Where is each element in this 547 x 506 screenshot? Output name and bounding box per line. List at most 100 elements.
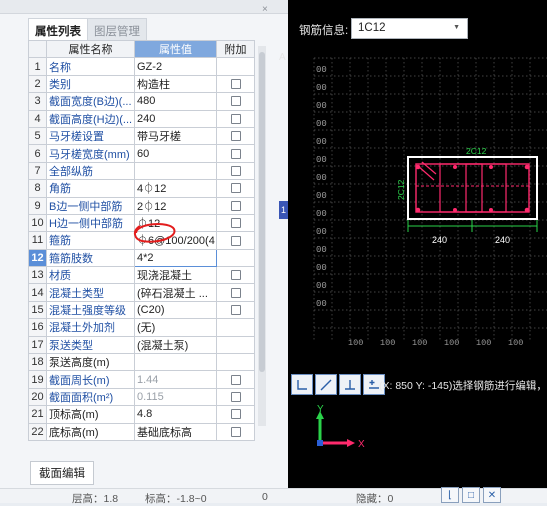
drawing-toolbar: [291, 374, 387, 396]
extra-cell: [216, 144, 255, 163]
property-value[interactable]: (碎石混凝土 ...: [134, 283, 217, 302]
extra-checkbox[interactable]: [230, 96, 241, 107]
property-name: 混凝土类型: [46, 283, 135, 302]
grid-label: 00: [316, 281, 327, 291]
tab-properties[interactable]: 属性列表: [28, 18, 88, 40]
property-value[interactable]: 现浇混凝土: [134, 266, 217, 285]
property-value[interactable]: 240: [134, 109, 217, 128]
extra-checkbox[interactable]: [230, 374, 241, 385]
property-value[interactable]: 构造柱: [134, 74, 217, 94]
table-row[interactable]: 13 材质 现浇混凝土: [28, 266, 255, 285]
property-value[interactable]: GZ-2: [134, 57, 217, 76]
property-value[interactable]: 2⏀12: [134, 196, 217, 215]
cross-icon[interactable]: ✕: [483, 487, 501, 503]
property-value[interactable]: [134, 161, 217, 181]
property-value[interactable]: 480: [134, 92, 217, 111]
table-row[interactable]: 5 马牙槎设置 带马牙槎: [28, 126, 255, 146]
extra-checkbox[interactable]: [230, 409, 241, 420]
extra-cell: [216, 387, 255, 407]
header-num: [28, 39, 47, 59]
rebar-info-select[interactable]: 1C12 ▼: [351, 18, 468, 39]
extra-checkbox[interactable]: [230, 200, 241, 211]
scrollbar-thumb[interactable]: [259, 52, 265, 372]
grid-label: 00: [316, 209, 327, 219]
extra-checkbox[interactable]: [230, 79, 241, 90]
row-number: 14: [28, 283, 47, 302]
top-rebar-label: 2C12: [466, 146, 487, 156]
table-row[interactable]: 18 泵送高度(m): [28, 353, 255, 372]
corner-rebar-tool-icon[interactable]: [291, 374, 313, 395]
property-name: 马牙槎宽度(mm): [46, 144, 135, 163]
row-number: 13: [28, 266, 47, 285]
property-value[interactable]: 0.115: [134, 387, 217, 407]
table-row[interactable]: 6 马牙槎宽度(mm) 60: [28, 144, 255, 163]
table-row[interactable]: 8 角筋 4⏀12: [28, 179, 255, 198]
table-row[interactable]: 12 箍筋肢数 4*2: [28, 248, 255, 268]
table-row[interactable]: 2 类别 构造柱: [28, 74, 255, 94]
corner-snap-icon[interactable]: ⌊: [441, 487, 459, 503]
table-row[interactable]: 1 名称 GZ-2: [28, 57, 255, 76]
table-row[interactable]: 9 B边一侧中部筋 2⏀12: [28, 196, 255, 215]
grid-label: 00: [316, 191, 327, 201]
extra-checkbox[interactable]: [230, 218, 241, 229]
property-name: 截面面积(m²): [46, 387, 135, 407]
table-row[interactable]: 7 全部纵筋: [28, 161, 255, 181]
row-number: 11: [28, 231, 47, 250]
axis-x-label: X: [358, 439, 365, 450]
extra-checkbox[interactable]: [230, 183, 241, 194]
bottom-tick-label: 100: [476, 338, 491, 348]
property-name: 角筋: [46, 179, 135, 198]
extra-checkbox[interactable]: [230, 113, 241, 124]
extra-checkbox[interactable]: [230, 287, 241, 298]
property-value[interactable]: (混凝土泵): [134, 335, 217, 355]
extra-checkbox[interactable]: [230, 131, 241, 142]
rect-select-icon[interactable]: □: [462, 487, 480, 503]
extra-checkbox[interactable]: [230, 270, 241, 281]
extra-checkbox[interactable]: [230, 426, 241, 437]
table-row[interactable]: 15 混凝土强度等级 (C20): [28, 300, 255, 320]
property-value[interactable]: (无): [134, 318, 217, 337]
grid-label: 00: [316, 227, 327, 237]
property-value[interactable]: 60: [134, 144, 217, 163]
table-row[interactable]: 19 截面周长(m) 1.44: [28, 370, 255, 389]
tab-layers[interactable]: 图层管理: [87, 18, 147, 40]
table-row[interactable]: 22 底标高(m) 基础底标高: [28, 422, 255, 441]
property-value[interactable]: 带马牙槎: [134, 126, 217, 146]
table-row[interactable]: 4 截面高度(H边)(... 240: [28, 109, 255, 128]
perpendicular-tool-icon[interactable]: [339, 374, 361, 395]
property-name: H边一侧中部筋: [46, 213, 135, 233]
row-number: 1: [28, 57, 47, 76]
grid-label: 00: [316, 65, 327, 75]
extra-checkbox[interactable]: [230, 148, 241, 159]
line-rebar-tool-icon[interactable]: [315, 374, 337, 395]
close-icon[interactable]: ×: [262, 4, 268, 15]
table-row[interactable]: 20 截面面积(m²) 0.115: [28, 387, 255, 407]
status-hidden: 隐藏：0: [356, 493, 394, 505]
row-number: 3: [28, 92, 47, 111]
grid-label: 00: [316, 299, 327, 309]
section-edit-button[interactable]: 截面编辑: [30, 461, 94, 485]
table-row[interactable]: 21 顶标高(m) 4.8: [28, 405, 255, 424]
grid-label: 00: [316, 263, 327, 273]
extra-cell: [216, 231, 255, 250]
property-value[interactable]: 基础底标高: [134, 422, 217, 441]
grid-label: 00: [316, 119, 327, 129]
extra-checkbox[interactable]: [230, 392, 241, 403]
table-row[interactable]: 16 混凝土外加剂 (无): [28, 318, 255, 337]
section-drawing[interactable]: 0000000000000000000000000000 2C12 2C12 2: [288, 50, 547, 370]
property-value[interactable]: 4*2: [134, 248, 217, 268]
axis-indicator: Y X: [316, 405, 365, 450]
property-value[interactable]: 1.44: [134, 370, 217, 389]
extra-checkbox[interactable]: [230, 235, 241, 246]
extra-checkbox[interactable]: [230, 305, 241, 316]
property-value[interactable]: [134, 353, 217, 372]
status-zero: 0: [262, 491, 268, 503]
property-name: 混凝土强度等级: [46, 300, 135, 320]
table-row[interactable]: 14 混凝土类型 (碎石混凝土 ...: [28, 283, 255, 302]
property-value[interactable]: 4.8: [134, 405, 217, 424]
extra-checkbox[interactable]: [230, 166, 241, 177]
property-value[interactable]: 4⏀12: [134, 179, 217, 198]
property-value[interactable]: (C20): [134, 300, 217, 320]
table-row[interactable]: 17 泵送类型 (混凝土泵): [28, 335, 255, 355]
table-row[interactable]: 3 截面宽度(B边)(... 480: [28, 92, 255, 111]
